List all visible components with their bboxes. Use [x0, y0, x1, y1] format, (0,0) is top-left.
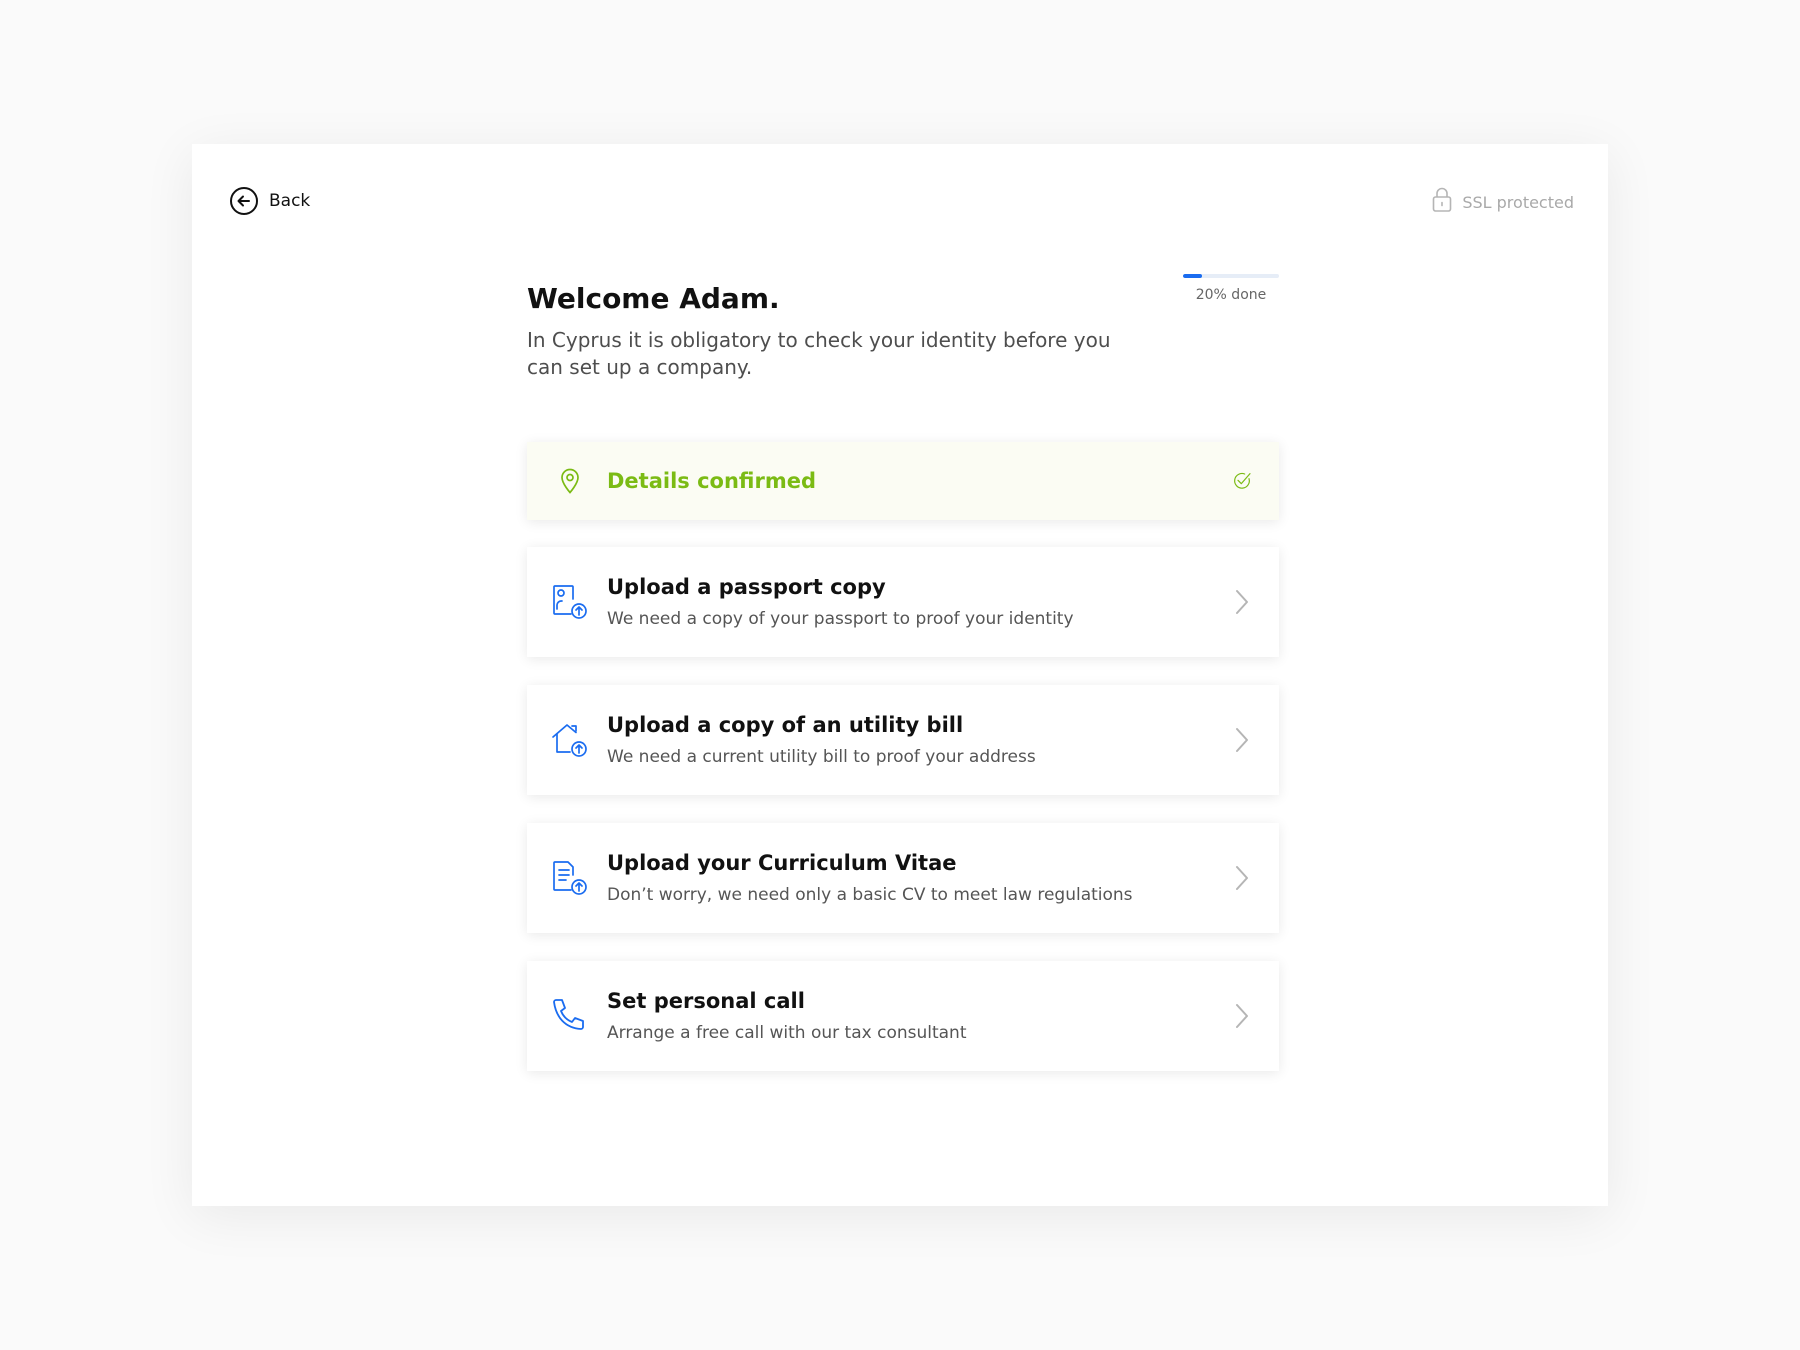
step-title: Details confirmed [607, 469, 816, 493]
step-title: Upload a passport copy [607, 575, 886, 599]
step-text: Upload a copy of an utility bill We need… [607, 713, 1232, 767]
step-text: Upload a passport copy We need a copy of… [607, 575, 1232, 629]
location-pin-icon [550, 468, 590, 494]
onboarding-card: Back SSL protected Welcome Adam. In Cypr… [192, 144, 1608, 1206]
progress-track [1183, 274, 1279, 278]
back-button[interactable]: Back [230, 187, 310, 215]
ssl-indicator: SSL protected [1432, 187, 1574, 217]
step-details-confirmed[interactable]: Details confirmed [527, 442, 1279, 520]
step-description: We need a copy of your passport to proof… [607, 609, 1074, 629]
lock-icon [1432, 187, 1452, 217]
step-upload-cv[interactable]: Upload your Curriculum Vitae Don’t worry… [527, 823, 1279, 933]
step-text: Set personal call Arrange a free call wi… [607, 989, 1232, 1043]
steps-list: Details confirmed Upload a passport copy… [527, 442, 1279, 1099]
ssl-label: SSL protected [1462, 192, 1574, 212]
progress-fill [1183, 274, 1203, 278]
step-description: Arrange a free call with our tax consult… [607, 1023, 967, 1043]
chevron-right-icon [1232, 1003, 1252, 1029]
phone-icon [550, 997, 590, 1035]
step-upload-utility-bill[interactable]: Upload a copy of an utility bill We need… [527, 685, 1279, 795]
chevron-right-icon [1232, 865, 1252, 891]
chevron-right-icon [1232, 589, 1252, 615]
page-subtitle: In Cyprus it is obligatory to check your… [527, 328, 1111, 379]
chevron-right-icon [1232, 727, 1252, 753]
back-label: Back [269, 191, 311, 211]
step-personal-call[interactable]: Set personal call Arrange a free call wi… [527, 961, 1279, 1071]
step-description: Don’t worry, we need only a basic CV to … [607, 885, 1133, 905]
document-upload-icon [550, 859, 590, 897]
step-title: Upload a copy of an utility bill [607, 713, 964, 737]
page-title: Welcome Adam. [527, 282, 780, 315]
passport-upload-icon [550, 583, 590, 621]
progress-indicator: 20% done [1183, 274, 1279, 303]
step-upload-passport[interactable]: Upload a passport copy We need a copy of… [527, 547, 1279, 657]
step-text: Details confirmed [607, 469, 1232, 493]
welcome-section: Welcome Adam. In Cyprus it is obligatory… [527, 274, 1279, 381]
step-title: Set personal call [607, 989, 805, 1013]
step-description: We need a current utility bill to proof … [607, 747, 1036, 767]
check-circle-icon [1232, 466, 1252, 496]
step-title: Upload your Curriculum Vitae [607, 851, 957, 875]
arrow-left-icon [230, 187, 258, 215]
progress-label: 20% done [1195, 287, 1267, 303]
house-upload-icon [550, 721, 590, 759]
step-text: Upload your Curriculum Vitae Don’t worry… [607, 851, 1232, 905]
